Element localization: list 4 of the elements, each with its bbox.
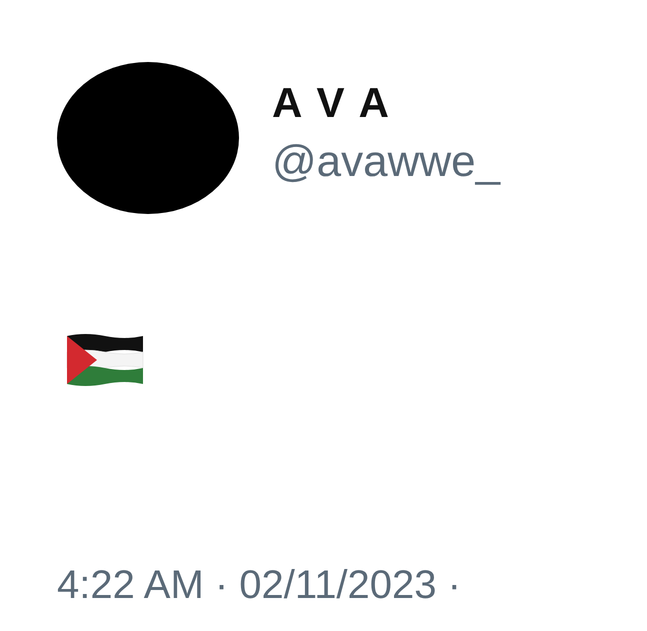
- user-handle: @avawwe_: [272, 137, 500, 187]
- display-name: A V A: [272, 79, 392, 127]
- flag-icon: [65, 332, 145, 388]
- timestamp: 4:22 AM · 02/11/2023 ·: [57, 563, 462, 608]
